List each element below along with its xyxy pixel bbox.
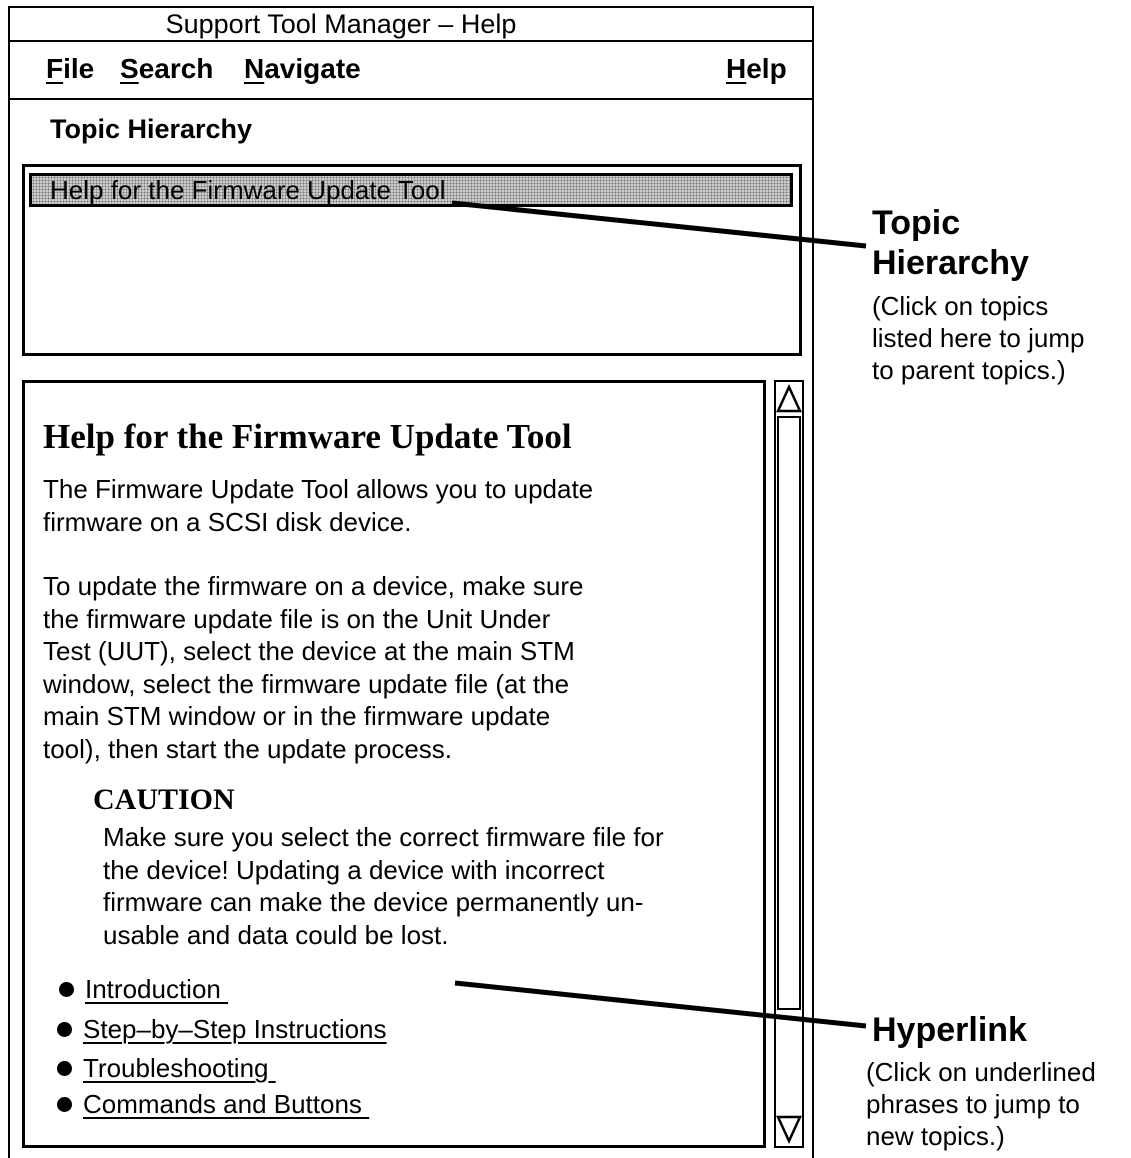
callout-note-line: phrases to jump to [866, 1089, 1080, 1119]
callout-topic-hierarchy-title: Topic Hierarchy [872, 203, 1029, 283]
callout-topic-hierarchy-note: (Click on topics listed here to jump to … [872, 290, 1084, 386]
callout-leader-lines [451, 200, 867, 1029]
callout-title-line: Topic [872, 204, 961, 242]
callout-note-line: new topics.) [866, 1121, 1005, 1151]
callout-note-line: (Click on topics [872, 291, 1049, 321]
callout-note-line: listed here to jump [872, 323, 1085, 353]
callout-title-line: Hierarchy [872, 244, 1029, 282]
callout-note-line: to parent topics.) [872, 355, 1066, 385]
topic-hierarchy-leader [451, 200, 867, 249]
callout-hyperlink-title: Hyperlink [872, 1011, 1027, 1049]
hyperlink-leader [454, 980, 867, 1029]
callout-hyperlink-note: (Click on underlined phrases to jump to … [866, 1056, 1096, 1152]
callout-note-line: (Click on underlined [866, 1057, 1096, 1087]
